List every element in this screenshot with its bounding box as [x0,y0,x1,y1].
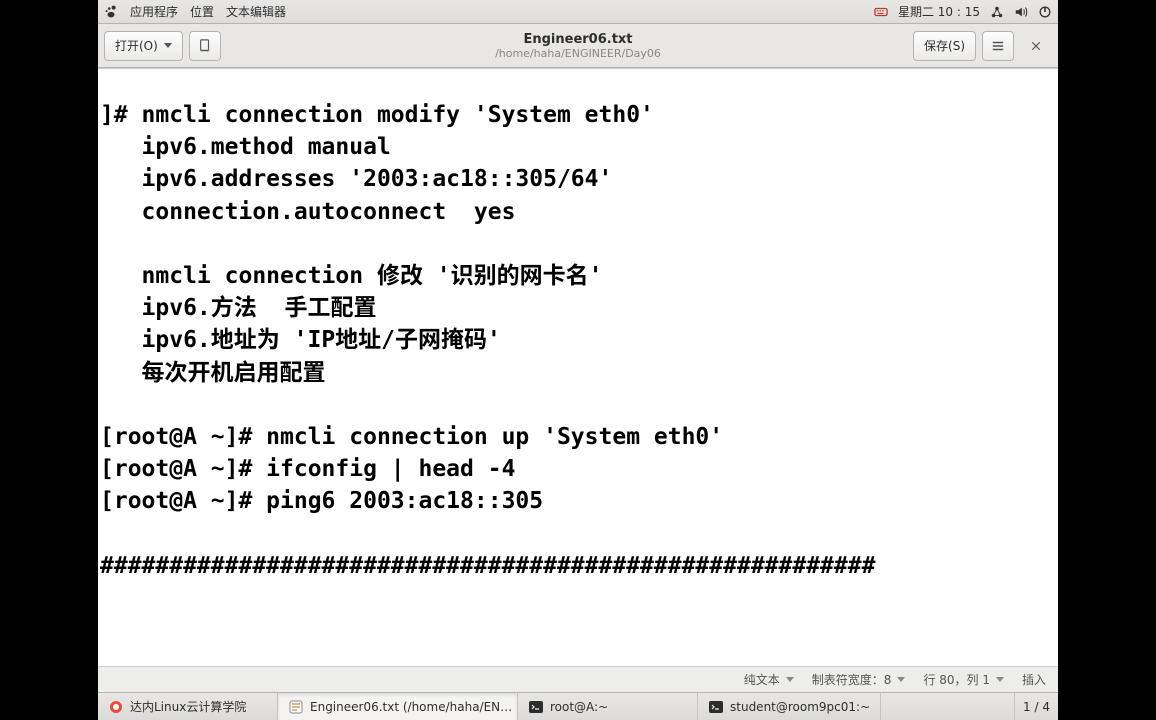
gnome-taskbar: 达内Linux云计算学院 Engineer06.txt (/home/haha/… [98,692,1058,720]
editor-status-bar: 纯文本 制表符宽度：8 行 80，列 1 插入 [98,666,1058,692]
menu-places[interactable]: 位置 [190,3,214,20]
task-gedit[interactable]: Engineer06.txt (/home/haha/EN… [278,693,518,720]
chevron-down-icon [786,677,794,682]
network-icon[interactable] [990,5,1004,19]
save-button-label: 保存(S) [924,37,965,54]
insert-mode-label: 插入 [1022,671,1046,688]
hamburger-menu-button[interactable] [982,31,1014,61]
volume-icon[interactable] [1014,5,1028,19]
editor-header-bar: 打开(O) Engineer06.txt /home/haha/ENGINEER… [98,24,1058,68]
task-label: student@room9pc01:~ [730,700,870,714]
task-label: 达内Linux云计算学院 [130,698,246,715]
gnome-logo-icon [104,5,118,19]
open-button-label: 打开(O) [115,37,158,54]
workspace-indicator[interactable]: 1 / 4 [1014,693,1058,720]
close-window-button[interactable] [1020,31,1052,61]
tabwidth-selector[interactable]: 制表符宽度：8 [812,671,906,688]
power-icon[interactable] [1038,5,1052,19]
task-label: root@A:~ [550,700,608,714]
terminal-icon [528,699,544,715]
task-terminal-student[interactable]: student@room9pc01:~ [698,693,881,720]
cursor-label: 行 80，列 1 [923,671,990,688]
workspace-label: 1 / 4 [1023,700,1050,714]
chevron-down-icon [897,677,905,682]
gnome-top-bar: 应用程序 位置 文本编辑器 星期二 10 : 15 [98,0,1058,24]
new-document-button[interactable] [189,31,221,61]
save-button[interactable]: 保存(S) [913,31,976,61]
task-terminal-root[interactable]: root@A:~ [518,693,698,720]
keyboard-indicator-icon[interactable] [874,5,888,19]
text-editor-content[interactable]: ]# nmcli connection modify 'System eth0'… [98,68,1058,666]
tabwidth-label: 制表符宽度：8 [812,671,892,688]
syntax-label: 纯文本 [744,671,780,688]
menu-applications[interactable]: 应用程序 [130,3,178,20]
browser-icon [108,699,124,715]
task-browser[interactable]: 达内Linux云计算学院 [98,693,278,720]
cursor-position[interactable]: 行 80，列 1 [923,671,1004,688]
clock[interactable]: 星期二 10 : 15 [898,3,980,20]
task-label: Engineer06.txt (/home/haha/EN… [310,700,512,714]
open-button[interactable]: 打开(O) [104,31,183,61]
chevron-down-icon [996,677,1004,682]
terminal-icon [708,699,724,715]
gedit-icon [288,699,304,715]
syntax-selector[interactable]: 纯文本 [744,671,794,688]
menu-current-app[interactable]: 文本编辑器 [226,3,286,20]
chevron-down-icon [164,43,172,48]
